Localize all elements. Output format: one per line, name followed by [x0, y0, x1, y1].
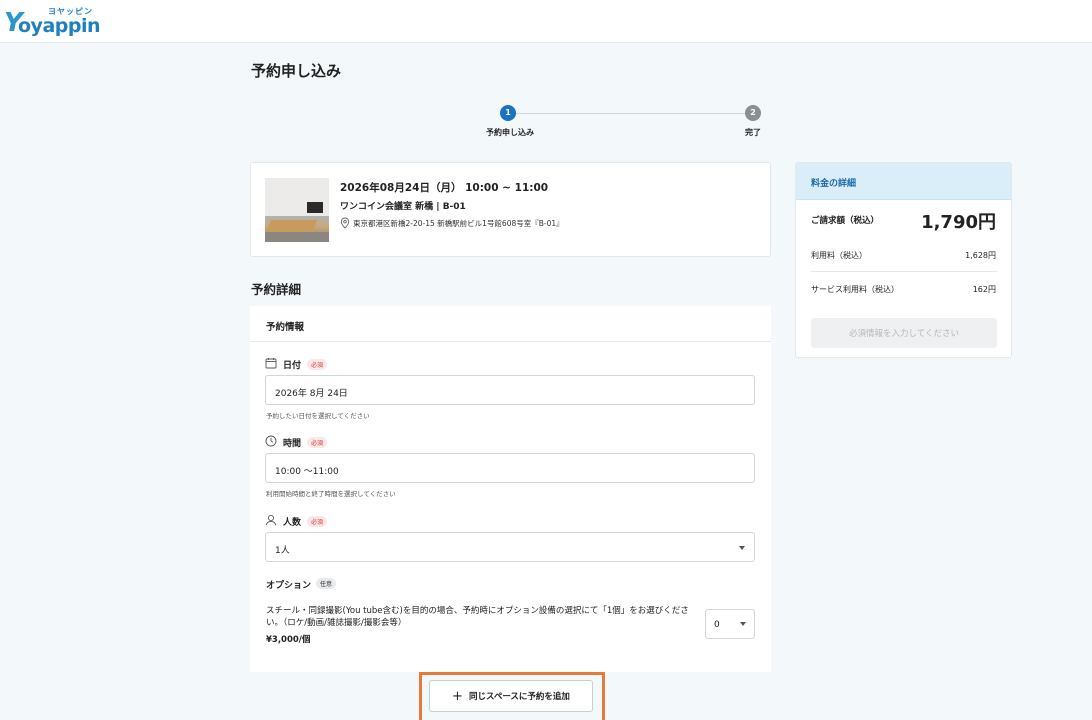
option-price: ¥3,000/個 — [266, 635, 311, 645]
booking-datetime: 2026年08月24日（月） 10:00 ~ 11:00 — [340, 182, 549, 194]
service-fee-value: 162円 — [972, 285, 996, 294]
date-required-badge: 必須 — [307, 359, 328, 370]
time-required-badge: 必須 — [307, 437, 328, 448]
date-label: 日付 — [283, 361, 302, 371]
location-pin-icon — [340, 217, 350, 229]
time-hint: 利用開始時間と終了時間を選択してください — [266, 490, 396, 498]
people-label: 人数 — [283, 518, 302, 528]
step-2-indicator: 2 — [745, 105, 761, 121]
options-optional-badge: 任意 — [316, 578, 337, 589]
booking-address: 東京都港区新橋2-20-15 新橋駅前ビル1号館608号室『B-01』 — [353, 219, 564, 228]
step-2-label: 完了 — [745, 128, 761, 137]
people-select[interactable]: 1人 — [265, 532, 755, 562]
booking-room-name: ワンコイン会議室 新橋 | B-01 — [340, 202, 466, 212]
total-label: ご請求額（税込） — [811, 216, 880, 226]
total-value: 1,790円 — [921, 212, 996, 233]
quantity-chevron-down-icon — [740, 622, 746, 626]
options-label: オプション — [266, 581, 312, 591]
app-header: ヨヤッピン Y oyappin — [0, 0, 1092, 43]
person-icon — [265, 514, 277, 526]
add-button-label: 同じスペースに予約を追加 — [468, 692, 570, 702]
date-input[interactable]: 2026年 8月 24日 — [265, 375, 755, 405]
price-divider — [811, 271, 997, 272]
option-description: スチール・同録撮影(You tube含む)を目的の場合、予約時にオプション設備の… — [266, 606, 689, 628]
time-input[interactable]: 10:00 ～11:00 — [265, 453, 755, 483]
usage-fee-label: 利用料（税込） — [811, 251, 867, 260]
booking-summary-card: 2026年08月24日（月） 10:00 ~ 11:00 ワンコイン会議室 新橋… — [250, 162, 771, 257]
time-label: 時間 — [283, 439, 302, 449]
reservation-info-header: 予約情報 — [250, 306, 771, 342]
submit-button-disabled[interactable]: 必須情報を入力してください — [811, 318, 997, 348]
people-chevron-down-icon — [739, 546, 745, 550]
reservation-info-card: 予約情報 日付 必須 2026年 8月 24日 予約したい日付を選択してください… — [250, 306, 771, 672]
logo-wordmark: oyappin — [18, 15, 101, 37]
page-title: 予約申し込み — [251, 62, 342, 80]
option-quantity-select[interactable]: 0 — [705, 609, 755, 639]
usage-fee-value: 1,628円 — [965, 251, 996, 260]
price-details-title: 料金の詳細 — [811, 179, 857, 189]
date-hint: 予約したい日付を選択してください — [266, 412, 370, 420]
people-required-badge: 必須 — [307, 516, 328, 527]
reservation-info-title: 予約情報 — [266, 322, 305, 333]
step-1-indicator: 1 — [500, 105, 516, 121]
option-quantity-value: 0 — [714, 620, 720, 630]
calendar-icon — [265, 358, 277, 369]
price-details-header: 料金の詳細 — [796, 163, 1011, 200]
yoyappin-logo[interactable]: ヨヤッピン Y oyappin — [4, 4, 104, 40]
service-fee-label: サービス利用料（税込） — [811, 285, 899, 294]
add-same-space-reservation-button[interactable]: + 同じスペースに予約を追加 — [429, 680, 593, 712]
room-photo — [265, 178, 329, 242]
step-1-label: 予約申し込み — [486, 128, 534, 137]
reservation-details-title: 予約詳細 — [251, 282, 302, 297]
price-details-card: 料金の詳細 ご請求額（税込） 1,790円 利用料（税込） 1,628円 サービ… — [795, 162, 1012, 358]
plus-icon: + — [452, 688, 463, 704]
clock-icon — [265, 435, 277, 447]
stepper-line — [516, 113, 746, 114]
